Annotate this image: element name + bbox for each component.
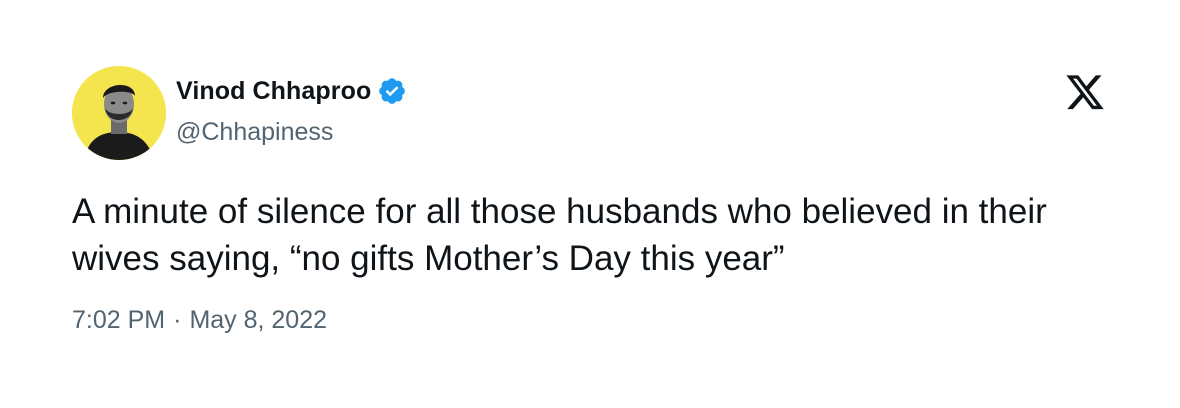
x-logo-icon[interactable] xyxy=(1064,75,1106,113)
verified-badge-icon xyxy=(377,76,407,106)
avatar[interactable] xyxy=(72,66,166,160)
avatar-photo xyxy=(72,66,166,160)
author-name-row: Vinod Chhaproo xyxy=(176,74,407,108)
tweet-text: A minute of silence for all those husban… xyxy=(72,192,1047,278)
tweet-card: Vinod Chhaproo @Chhapiness A minute of s… xyxy=(0,0,1180,408)
author-handle[interactable]: @Chhapiness xyxy=(176,118,333,147)
tweet-meta: 7:02 PM · May 8, 2022 xyxy=(72,306,327,335)
author-display-name[interactable]: Vinod Chhaproo xyxy=(176,77,371,106)
tweet-time[interactable]: 7:02 PM xyxy=(72,306,165,334)
meta-separator: · xyxy=(173,306,182,334)
tweet-date[interactable]: May 8, 2022 xyxy=(189,306,327,334)
